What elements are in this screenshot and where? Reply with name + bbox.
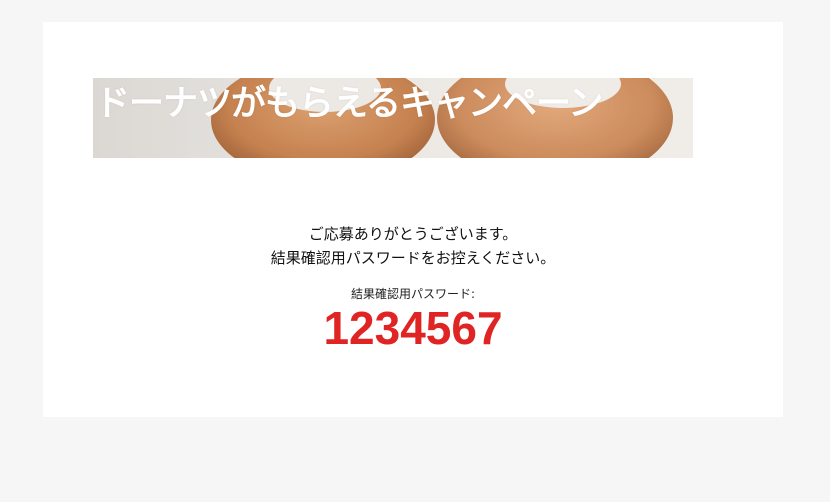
result-card: ドーナツがもらえるキャンペーン ご応募ありがとうございます。 結果確認用パスワー… [43,22,783,417]
banner-title: ドーナツがもらえるキャンペーン [95,84,603,124]
campaign-banner: ドーナツがもらえるキャンペーン [93,78,693,158]
message-line-thanks: ご応募ありがとうございます。 [308,225,518,243]
thank-you-message: ご応募ありがとうございます。 結果確認用パスワードをお控えください。 [43,222,783,270]
password-value: 1234567 [323,302,503,354]
message-line-instruction: 結果確認用パスワードをお控えください。 [270,249,556,267]
password-label: 結果確認用パスワード: [350,287,476,301]
